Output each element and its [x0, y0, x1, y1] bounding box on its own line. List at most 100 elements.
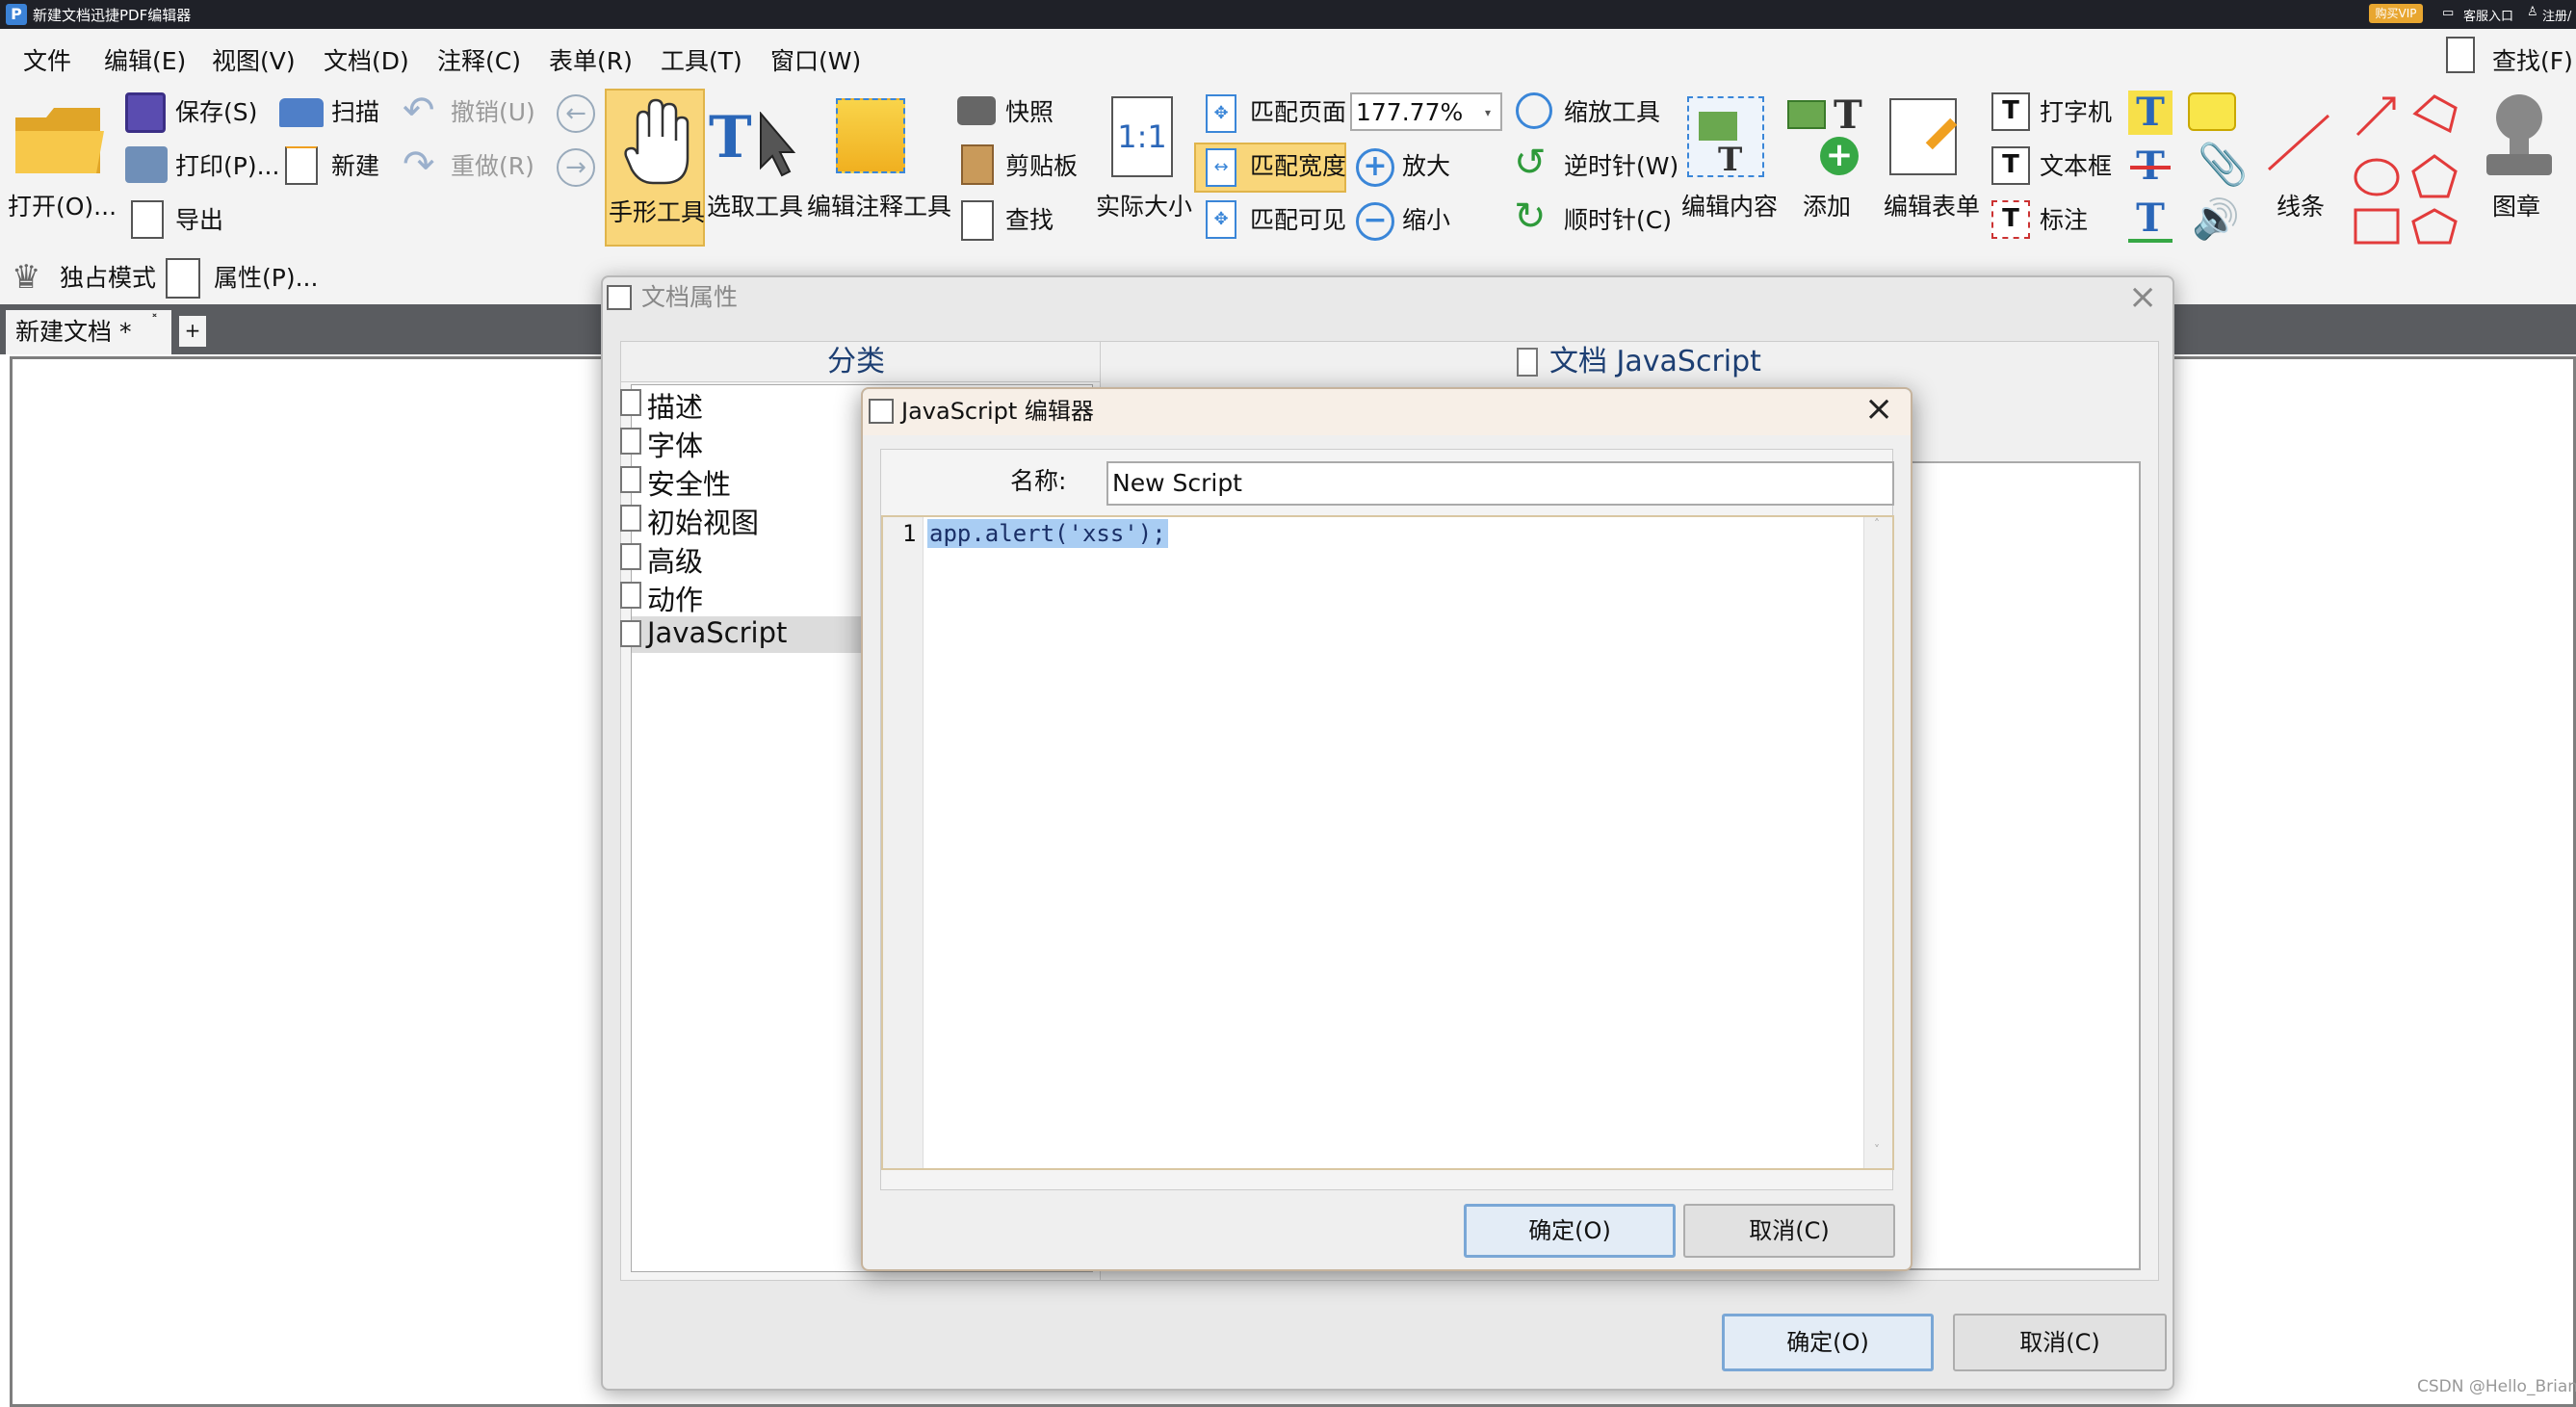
back-arrow-icon[interactable]: ← — [557, 94, 595, 133]
advanced-icon — [620, 543, 641, 570]
crown-icon: ♛ — [12, 258, 41, 297]
sound-icon[interactable]: 🔊 — [2192, 196, 2240, 242]
tab-new-document[interactable]: 新建文档 * — [6, 310, 171, 354]
save-button[interactable]: 保存(S) — [175, 98, 257, 127]
category-header: 分类 — [827, 345, 885, 378]
strikeout-text-icon[interactable]: T — [2128, 144, 2173, 189]
js-editor-title: JavaScript 编辑器 — [901, 398, 1094, 425]
js-editor-app-icon — [869, 399, 894, 424]
code-scrollbar[interactable]: ˄ ˅ — [1863, 517, 1892, 1168]
clipboard-icon — [961, 144, 994, 185]
printer-icon — [125, 146, 168, 183]
scroll-up-icon[interactable]: ˄ — [1874, 517, 1880, 531]
edit-annotation-tool-button[interactable]: 编辑注释工具 — [807, 193, 951, 221]
hand-icon — [624, 98, 690, 187]
fit-visible-icon: ✥ — [1206, 200, 1236, 239]
callout-button[interactable]: 标注 — [2040, 206, 2088, 235]
fit-page-button[interactable]: 匹配页面 — [1250, 98, 1346, 127]
buy-vip-button[interactable]: 购买VIP — [2369, 4, 2423, 23]
dialog-close-icon[interactable]: × — [2128, 277, 2157, 317]
view-icon — [620, 505, 641, 532]
menu-edit[interactable]: 编辑(E) — [104, 42, 186, 77]
zoom-in-button[interactable]: 放大 — [1402, 152, 1450, 181]
edit-annotation-icon — [836, 98, 905, 173]
js-editor-body: 名称: New Script 1 app.alert('xss'); ˄ ˅ — [880, 449, 1894, 1190]
select-tool-button[interactable]: 选取工具 — [707, 193, 803, 221]
lines-button[interactable]: 线条 — [2277, 193, 2325, 221]
app-logo-icon: P — [6, 4, 27, 25]
hand-tool-button[interactable]: 手形工具 — [605, 89, 705, 247]
menu-file[interactable]: 文件 — [23, 42, 71, 77]
redo-button[interactable]: 重做(R) — [451, 152, 534, 181]
js-editor-ok-button[interactable]: 确定(O) — [1464, 1204, 1676, 1258]
edit-content-button[interactable]: 编辑内容 — [1681, 193, 1778, 221]
actual-size-button[interactable]: 实际大小 — [1096, 193, 1192, 221]
new-button[interactable]: 新建 — [331, 152, 379, 181]
category-item-security[interactable]: 安全性 — [620, 462, 731, 503]
select-text-icon: T — [709, 104, 752, 171]
snapshot-button[interactable]: 快照 — [1005, 98, 1054, 127]
paperclip-icon[interactable]: 📎 — [2198, 141, 2248, 189]
doc-props-ok-button[interactable]: 确定(O) — [1722, 1314, 1934, 1371]
underline-text-icon[interactable]: T — [2128, 198, 2173, 243]
script-scroll-icon — [1517, 348, 1538, 377]
fit-width-button[interactable]: ↔ 匹配宽度 — [1194, 143, 1346, 193]
category-item-fonts[interactable]: 字体 — [620, 424, 703, 464]
category-item-initial-view[interactable]: 初始视图 — [620, 501, 759, 541]
open-button[interactable]: 打开(O)... — [8, 193, 117, 221]
export-button[interactable]: 导出 — [175, 206, 223, 235]
category-item-description[interactable]: 描述 — [620, 385, 703, 426]
textbox-button[interactable]: 文本框 — [2040, 152, 2112, 181]
exclusive-mode-button[interactable]: 独占模式 — [60, 264, 156, 293]
tab-close-icon[interactable]: ˟ — [150, 312, 159, 332]
dialog-title: 文档属性 — [641, 283, 739, 311]
properties-button[interactable]: 属性(P)... — [214, 264, 318, 293]
highlight-text-icon[interactable]: T — [2128, 91, 2173, 135]
shapes-icon[interactable] — [2350, 92, 2461, 247]
forward-arrow-icon[interactable]: → — [557, 148, 595, 187]
zoom-tool-button[interactable]: 缩放工具 — [1564, 98, 1660, 127]
print-button[interactable]: 打印(P)... — [175, 152, 279, 181]
scroll-down-icon[interactable]: ˅ — [1874, 1143, 1880, 1157]
menu-document[interactable]: 文档(D) — [324, 42, 409, 77]
js-editor-close-icon[interactable]: × — [1864, 389, 1893, 429]
typewriter-button[interactable]: 打字机 — [2040, 98, 2112, 127]
clipboard-button[interactable]: 剪贴板 — [1005, 152, 1078, 181]
category-item-javascript[interactable]: JavaScript — [620, 616, 787, 649]
undo-button[interactable]: 撤销(U) — [451, 98, 535, 127]
code-editor[interactable]: 1 app.alert('xss'); ˄ ˅ — [881, 515, 1894, 1170]
fit-visible-button[interactable]: 匹配可见 — [1250, 206, 1346, 235]
watermark: CSDN @Hello_Brian — [2417, 1377, 2576, 1396]
code-line: app.alert('xss'); — [927, 519, 1168, 548]
zoom-select[interactable]: 177.77% ▾ — [1350, 92, 1502, 131]
rotate-cw-button[interactable]: 顺时针(C) — [1564, 206, 1672, 235]
category-item-actions[interactable]: 动作 — [620, 578, 703, 618]
edit-form-button[interactable]: 编辑表单 — [1884, 193, 1980, 221]
stamp-button[interactable]: 图章 — [2492, 193, 2540, 221]
scan-button[interactable]: 扫描 — [331, 98, 379, 127]
menu-form[interactable]: 表单(R) — [549, 42, 633, 77]
login-link[interactable]: 注册/ — [2542, 6, 2571, 24]
category-item-advanced[interactable]: 高级 — [620, 539, 703, 580]
find-button[interactable]: 查找 — [1005, 206, 1054, 235]
properties-icon — [166, 258, 200, 299]
rotate-ccw-button[interactable]: 逆时针(W) — [1564, 152, 1678, 181]
rotate-cw-icon: ↻ — [1514, 195, 1547, 239]
doc-props-cancel-button[interactable]: 取消(C) — [1953, 1314, 2167, 1371]
menu-view[interactable]: 视图(V) — [212, 42, 296, 77]
menu-tools[interactable]: 工具(T) — [661, 42, 742, 77]
zoom-out-button[interactable]: 缩小 — [1402, 206, 1450, 235]
menu-find[interactable]: 查找(F) — [2492, 42, 2573, 77]
zoom-in-icon: + — [1356, 148, 1394, 187]
service-entry-link[interactable]: 客服入口 — [2463, 6, 2513, 24]
menu-comment[interactable]: 注释(C) — [437, 42, 521, 77]
menu-window[interactable]: 窗口(W) — [770, 42, 861, 77]
new-tab-button[interactable]: + — [179, 316, 206, 347]
line-number: 1 — [902, 520, 917, 547]
add-button[interactable]: 添加 — [1803, 193, 1851, 221]
magnifier-icon — [1516, 92, 1552, 129]
script-name-input[interactable]: New Script — [1106, 461, 1894, 506]
stamp-icon — [2481, 92, 2558, 181]
note-icon[interactable] — [2188, 92, 2236, 131]
js-editor-cancel-button[interactable]: 取消(C) — [1683, 1204, 1895, 1258]
